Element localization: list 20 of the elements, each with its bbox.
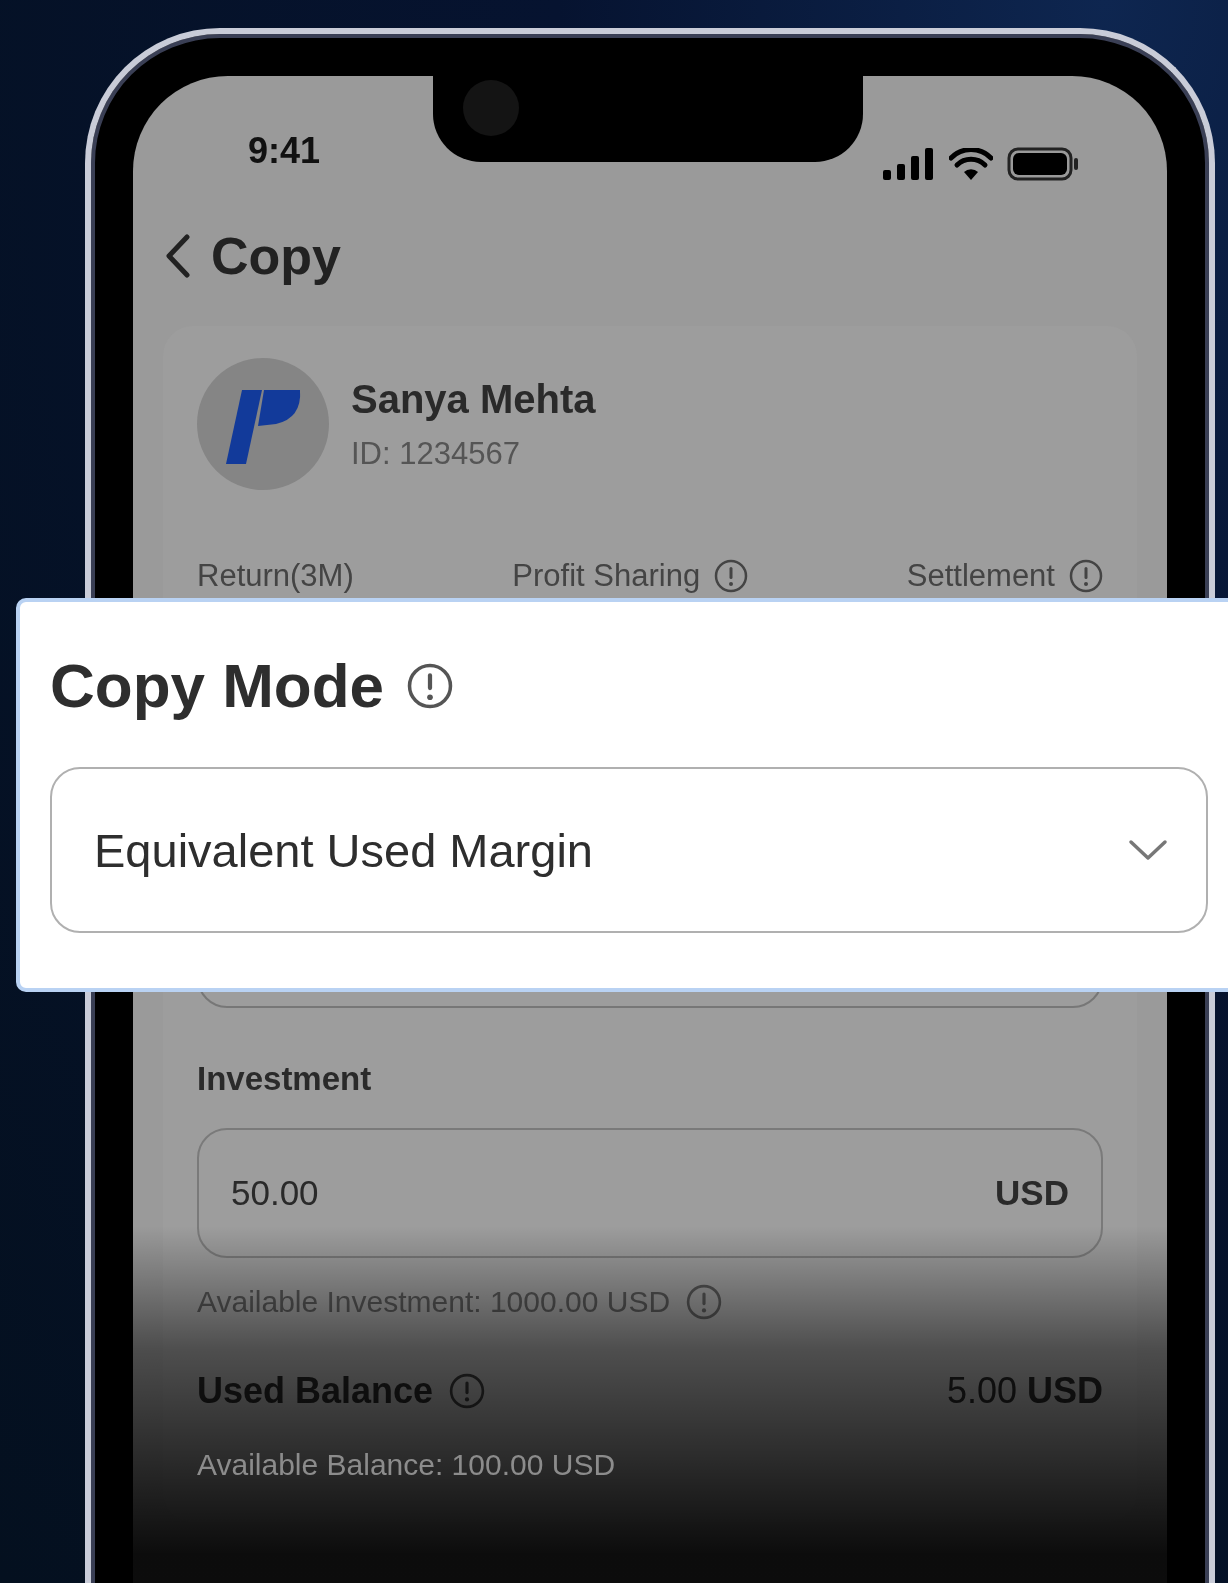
- trader-id: ID: 1234567: [351, 435, 521, 472]
- page-title: Copy: [211, 226, 341, 286]
- copy-mode-dropdown[interactable]: Equivalent Used Margin: [50, 767, 1208, 933]
- investment-label: Investment: [197, 1060, 373, 1098]
- available-balance: Available Balance: 100.00 USD: [197, 1448, 617, 1482]
- stat-label: Profit Sharing: [512, 558, 701, 594]
- info-icon[interactable]: [1069, 559, 1103, 593]
- chevron-down-icon: [1128, 838, 1168, 862]
- back-icon[interactable]: [165, 234, 191, 278]
- info-icon[interactable]: [406, 661, 455, 710]
- copy-mode-title: Copy Mode: [50, 650, 385, 721]
- trader-name: Sanya Mehta: [351, 376, 596, 422]
- battery-icon: [1007, 147, 1079, 181]
- wifi-icon: [949, 148, 993, 180]
- stat-label: Return(3M): [197, 558, 354, 594]
- status-time: 9:41: [248, 130, 321, 172]
- signal-icon: [883, 148, 935, 180]
- info-icon[interactable]: [714, 559, 749, 593]
- stat-label: Settlement: [906, 558, 1055, 594]
- investment-field[interactable]: 50.00 USD: [197, 1128, 1103, 1258]
